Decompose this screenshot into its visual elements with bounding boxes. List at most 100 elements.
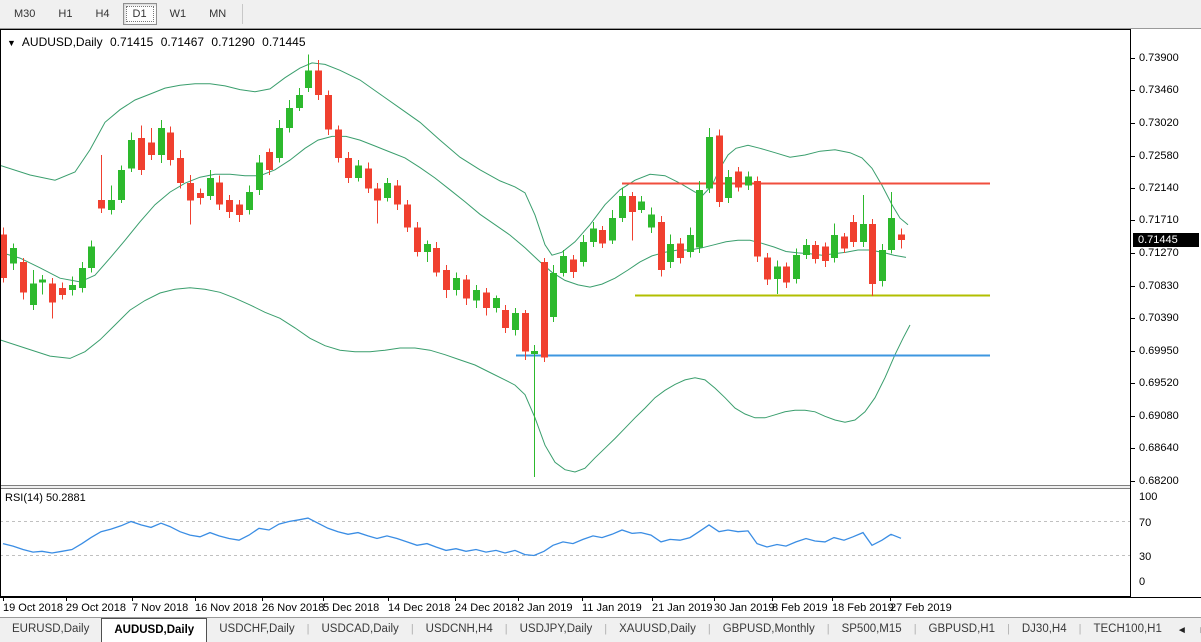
candle-body <box>764 257 771 279</box>
timeframe-button-m30[interactable]: M30 <box>4 3 45 25</box>
candle-body <box>69 285 76 290</box>
symbol-tab-usdjpy[interactable]: USDJPY,Daily <box>508 618 605 642</box>
candle-body <box>79 268 86 288</box>
candle-body <box>315 70 322 95</box>
candle-body <box>187 183 194 200</box>
timeframe-button-mn[interactable]: MN <box>199 3 236 25</box>
date-tick <box>652 598 653 601</box>
candle-body <box>850 222 857 242</box>
rsi-axis-label: 0 <box>1139 576 1145 588</box>
date-axis-label: 14 Dec 2018 <box>388 602 450 614</box>
candle-body <box>177 158 184 183</box>
candle-body <box>590 228 597 241</box>
toolbar-separator <box>242 4 243 24</box>
price-tick <box>1131 318 1135 319</box>
price-axis-label: 0.71710 <box>1139 214 1179 226</box>
price-tick <box>1131 156 1135 157</box>
symbol-tab-dj30[interactable]: DJ30,H4 <box>1010 618 1079 642</box>
candle-body <box>118 170 125 200</box>
symbol-tab-bar: EURUSD,DailyAUDUSD,DailyUSDCHF,Daily|USD… <box>0 617 1201 642</box>
ohlc-close: 0.71445 <box>262 35 305 49</box>
candle-body <box>888 218 895 250</box>
candle-body <box>570 260 577 273</box>
symbol-tab-audusd[interactable]: AUDUSD,Daily <box>101 618 207 642</box>
candle-body <box>493 298 500 308</box>
symbol-tab-sp500[interactable]: SP500,M15 <box>830 618 914 642</box>
symbol-tab-usdcad[interactable]: USDCAD,Daily <box>309 618 410 642</box>
rsi-axis-label: 70 <box>1139 517 1151 529</box>
symbol-tab-tech100[interactable]: TECH100,H1 <box>1081 618 1173 642</box>
date-axis-label: 30 Jan 2019 <box>714 602 775 614</box>
candle-body <box>735 171 742 187</box>
symbol-tab-gbpusd[interactable]: GBPUSD,H1 <box>917 618 1007 642</box>
candle-body <box>414 228 421 253</box>
candle-body <box>609 218 616 240</box>
candle-body <box>716 136 723 202</box>
price-tick <box>1131 220 1135 221</box>
candle-body <box>754 181 761 257</box>
price-axis-label: 0.69520 <box>1139 377 1179 389</box>
symbol-tab-usdchf[interactable]: USDCHF,Daily <box>207 618 306 642</box>
price-axis-label: 0.70830 <box>1139 280 1179 292</box>
candle-body <box>831 235 838 258</box>
candle-body <box>108 200 115 210</box>
candle-body <box>774 266 781 279</box>
date-axis-label: 26 Nov 2018 <box>262 602 324 614</box>
date-axis-label: 18 Feb 2019 <box>832 602 894 614</box>
date-tick <box>518 598 519 601</box>
candle-body <box>39 280 46 283</box>
candle-body <box>345 158 352 178</box>
candle-body <box>443 270 450 290</box>
timeframe-button-h4[interactable]: H4 <box>85 3 119 25</box>
price-axis-label: 0.71270 <box>1139 247 1179 259</box>
candle-body <box>325 95 332 130</box>
candle-body <box>226 200 233 212</box>
current-price-tag: 0.71445 <box>1133 233 1199 247</box>
candle-body <box>276 128 283 158</box>
candle-body <box>619 196 626 218</box>
symbol-tab-xauusd[interactable]: XAUUSD,Daily <box>607 618 708 642</box>
timeframe-button-w1[interactable]: W1 <box>160 3 197 25</box>
candle-body <box>745 177 752 186</box>
candle-body <box>138 138 145 170</box>
price-axis[interactable]: 0.739000.734600.730200.725800.721400.717… <box>1130 29 1201 597</box>
candle-body <box>128 140 135 168</box>
date-tick <box>323 598 324 601</box>
candle-body <box>296 95 303 108</box>
date-axis[interactable]: 19 Oct 201829 Oct 20187 Nov 201816 Nov 2… <box>0 597 1201 617</box>
candle-body <box>433 248 440 272</box>
tab-scroll-left-button[interactable]: ◄ <box>1174 623 1190 638</box>
candle-body <box>98 200 105 208</box>
tab-scroll-controls: ◄► <box>1174 618 1201 642</box>
symbol-tab-gbpusd[interactable]: GBPUSD,Monthly <box>711 618 827 642</box>
candle-body <box>20 262 27 292</box>
chart-title: ▼AUDUSD,Daily 0.71415 0.71467 0.71290 0.… <box>7 35 310 49</box>
date-axis-label: 2 Jan 2019 <box>518 602 572 614</box>
symbol-tab-usdcnh[interactable]: USDCNH,H4 <box>414 618 505 642</box>
candle-body <box>59 288 66 295</box>
tab-scroll-right-button[interactable]: ► <box>1196 623 1201 638</box>
price-tick <box>1131 481 1135 482</box>
symbol-tab-eurusd[interactable]: EURUSD,Daily <box>0 618 101 642</box>
price-tick <box>1131 58 1135 59</box>
price-tick <box>1131 188 1135 189</box>
candle-body <box>49 283 56 302</box>
candle-body <box>335 130 342 158</box>
candle-body <box>550 273 557 317</box>
candle-body <box>725 177 732 198</box>
candle-body <box>30 283 37 305</box>
chart-symbol-label: AUDUSD,Daily <box>22 35 103 49</box>
timeframe-button-h1[interactable]: H1 <box>48 3 82 25</box>
price-axis-label: 0.72580 <box>1139 150 1179 162</box>
chart-dropdown-icon[interactable]: ▼ <box>7 38 16 48</box>
price-chart-plot[interactable]: RSI(14) 50.2881 <box>0 29 1131 597</box>
date-axis-label: 27 Feb 2019 <box>890 602 952 614</box>
candle-body <box>473 290 480 300</box>
candle-body <box>658 222 665 270</box>
candle-body <box>541 262 548 358</box>
timeframe-button-d1[interactable]: D1 <box>123 3 157 25</box>
date-tick <box>455 598 456 601</box>
chart-window[interactable]: RSI(14) 50.2881 ▼AUDUSD,Daily 0.71415 0.… <box>0 29 1201 617</box>
price-tick <box>1131 383 1135 384</box>
date-tick <box>772 598 773 601</box>
